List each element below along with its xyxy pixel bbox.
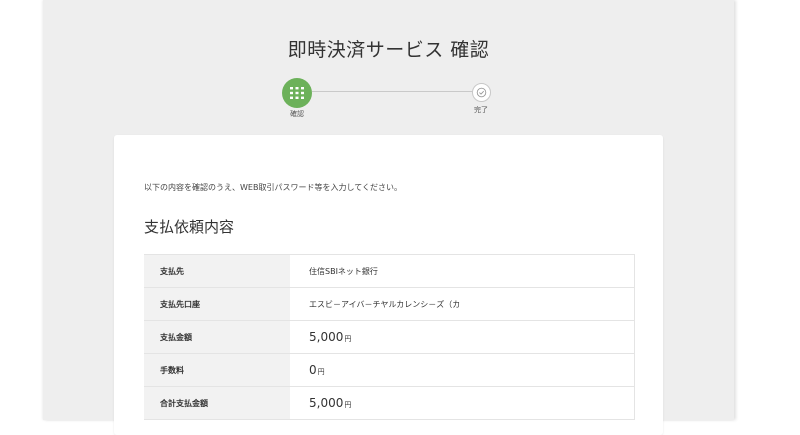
step-confirm-circle: [282, 78, 312, 108]
row-label: 支払先: [144, 254, 290, 288]
progress-stepper: 確認 完了: [43, 0, 734, 130]
page-frame: 即時決済サービス 確認 確認 完了 以下の内容を確認のうえ、WEB取引パスワード…: [43, 0, 734, 435]
grid-icon: [290, 87, 304, 99]
row-value: エスビ－アイバ－チヤルカレンシ－ズ（カ: [290, 287, 635, 321]
content-card: 以下の内容を確認のうえ、WEB取引パスワード等を入力してください。 支払依頼内容…: [114, 135, 663, 435]
row-label: 支払金額: [144, 320, 290, 354]
row-label: 合計支払金額: [144, 386, 290, 420]
section-title: 支払依頼内容: [144, 218, 235, 236]
instruction-text: 以下の内容を確認のうえ、WEB取引パスワード等を入力してください。: [144, 183, 402, 192]
amount-unit: 円: [344, 401, 352, 409]
row-value: 0円: [290, 353, 635, 387]
step-complete-circle: [472, 83, 491, 102]
amount-unit: 円: [317, 368, 325, 376]
amount-value: 5,000: [309, 396, 344, 410]
row-label: 手数料: [144, 353, 290, 387]
step-complete-label: 完了: [474, 106, 488, 114]
stepper-line: [312, 91, 482, 92]
row-value: 住信SBIネット銀行: [290, 254, 635, 288]
row-value: 5,000円: [290, 320, 635, 354]
table-row: 手数料 0円: [144, 353, 635, 387]
check-circle-icon: [476, 87, 487, 98]
row-label: 支払先口座: [144, 287, 290, 321]
table-row: 合計支払金額 5,000円: [144, 386, 635, 420]
step-confirm-label: 確認: [290, 110, 304, 118]
amount-value: 5,000: [309, 330, 344, 344]
table-row: 支払金額 5,000円: [144, 320, 635, 354]
table-row: 支払先 住信SBIネット銀行: [144, 254, 635, 288]
amount-unit: 円: [344, 335, 352, 343]
payment-details-table: 支払先 住信SBIネット銀行 支払先口座 エスビ－アイバ－チヤルカレンシ－ズ（カ…: [144, 254, 635, 420]
amount-value: 0: [309, 363, 317, 377]
table-row: 支払先口座 エスビ－アイバ－チヤルカレンシ－ズ（カ: [144, 287, 635, 321]
row-value: 5,000円: [290, 386, 635, 420]
